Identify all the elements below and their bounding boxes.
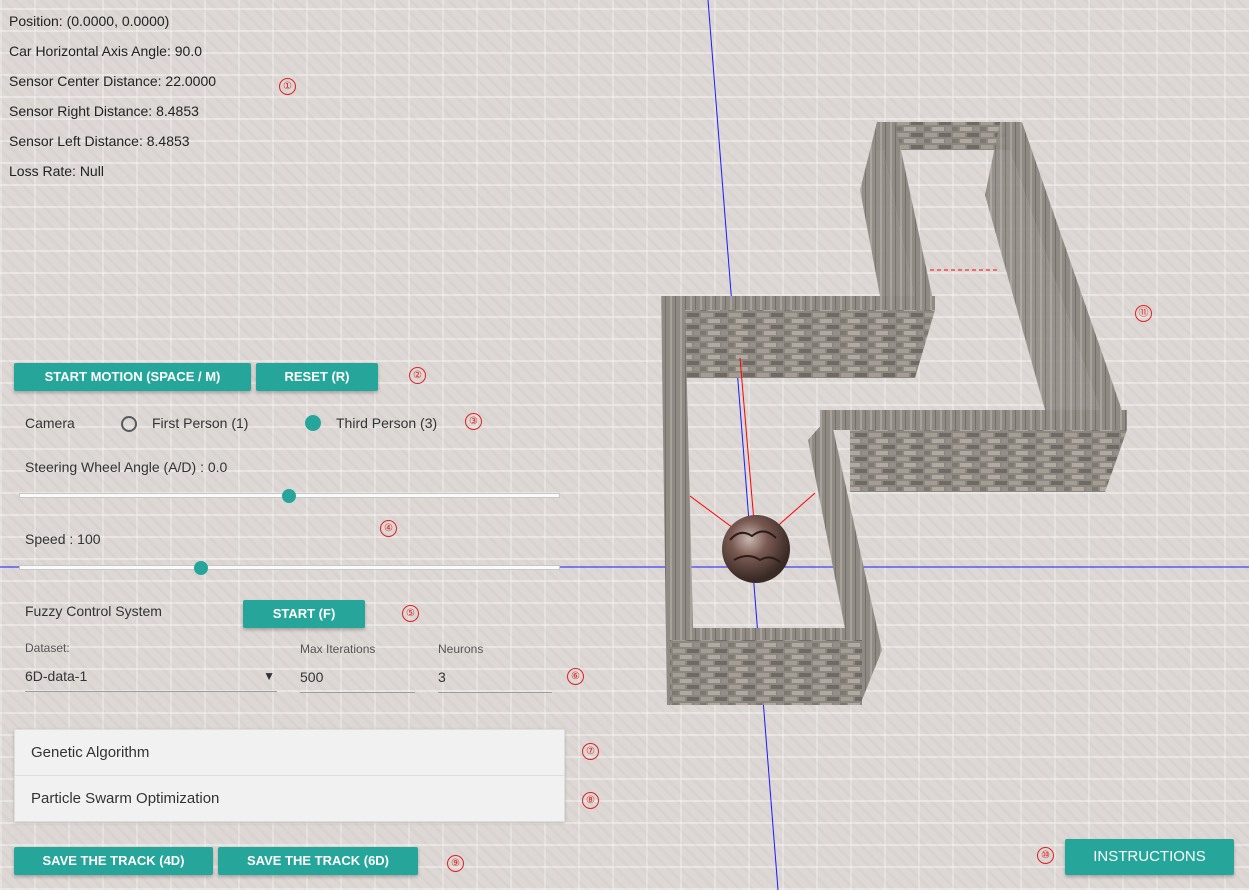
- neurons-label: Neurons: [438, 642, 484, 656]
- loss-rate-readout: Loss Rate: Null: [9, 163, 104, 179]
- fuzzy-label: Fuzzy Control System: [25, 603, 162, 619]
- first-person-label[interactable]: First Person (1): [152, 415, 248, 431]
- max-iterations-input[interactable]: 500: [300, 666, 415, 693]
- save-track-6d-button[interactable]: SAVE THE TRACK (6D): [218, 847, 418, 875]
- wall: [690, 628, 860, 640]
- wall: [685, 310, 935, 378]
- save-track-4d-button[interactable]: SAVE THE TRACK (4D): [14, 847, 213, 875]
- wall: [670, 640, 862, 705]
- callout-marker: ⑪: [1135, 305, 1152, 322]
- neurons-input[interactable]: 3: [438, 666, 552, 693]
- speed-label: Speed : 100: [25, 531, 101, 547]
- steering-slider-thumb[interactable]: [282, 489, 296, 503]
- callout-marker: ④: [380, 520, 397, 537]
- sensor-center-readout: Sensor Center Distance: 22.0000: [9, 73, 217, 89]
- callout-marker: ⑨: [447, 855, 464, 872]
- start-motion-button[interactable]: START MOTION (SPACE / M): [14, 363, 251, 391]
- angle-readout: Car Horizontal Axis Angle: 90.0: [9, 43, 202, 59]
- speed-slider-track[interactable]: [19, 565, 560, 570]
- wall: [850, 430, 1127, 492]
- callout-marker: ⑤: [402, 605, 419, 622]
- fuzzy-start-button[interactable]: START (F): [243, 600, 365, 628]
- dataset-value: 6D-data-1: [25, 668, 88, 684]
- chevron-down-icon: ▼: [263, 669, 275, 683]
- dataset-label: Dataset:: [25, 641, 70, 655]
- third-person-radio[interactable]: [305, 415, 321, 431]
- dataset-select[interactable]: 6D-data-1 ▼: [25, 665, 277, 692]
- sensor-right-readout: Sensor Right Distance: 8.4853: [9, 103, 199, 119]
- y-axis-line: [707, 0, 779, 890]
- info-panel: Position: (0.0000, 0.0000) Car Horizonta…: [9, 12, 216, 192]
- algorithm-panels: Genetic Algorithm Particle Swarm Optimiz…: [14, 729, 565, 822]
- wall: [661, 296, 935, 310]
- callout-marker: ③: [465, 413, 482, 430]
- callout-marker: ⑦: [582, 743, 599, 760]
- wall: [820, 410, 1127, 430]
- callout-marker: ⑧: [582, 792, 599, 809]
- instructions-button[interactable]: INSTRUCTIONS: [1065, 839, 1234, 875]
- car-ball: [722, 515, 790, 583]
- position-readout: Position: (0.0000, 0.0000): [9, 13, 170, 29]
- steering-label: Steering Wheel Angle (A/D) : 0.0: [25, 459, 228, 475]
- wall: [985, 122, 1105, 425]
- max-iterations-label: Max Iterations: [300, 642, 376, 656]
- reset-button[interactable]: RESET (R): [256, 363, 378, 391]
- callout-marker: ⑩: [1037, 847, 1054, 864]
- callout-marker: ①: [279, 78, 296, 95]
- pso-header[interactable]: Particle Swarm Optimization: [15, 776, 564, 821]
- first-person-radio[interactable]: [121, 416, 137, 432]
- genetic-algorithm-header[interactable]: Genetic Algorithm: [15, 730, 564, 776]
- camera-label: Camera: [25, 415, 75, 431]
- callout-marker: ⑥: [567, 668, 584, 685]
- sensor-left-readout: Sensor Left Distance: 8.4853: [9, 133, 190, 149]
- third-person-label[interactable]: Third Person (3): [336, 415, 437, 431]
- callout-marker: ②: [409, 367, 426, 384]
- speed-slider-thumb[interactable]: [194, 561, 208, 575]
